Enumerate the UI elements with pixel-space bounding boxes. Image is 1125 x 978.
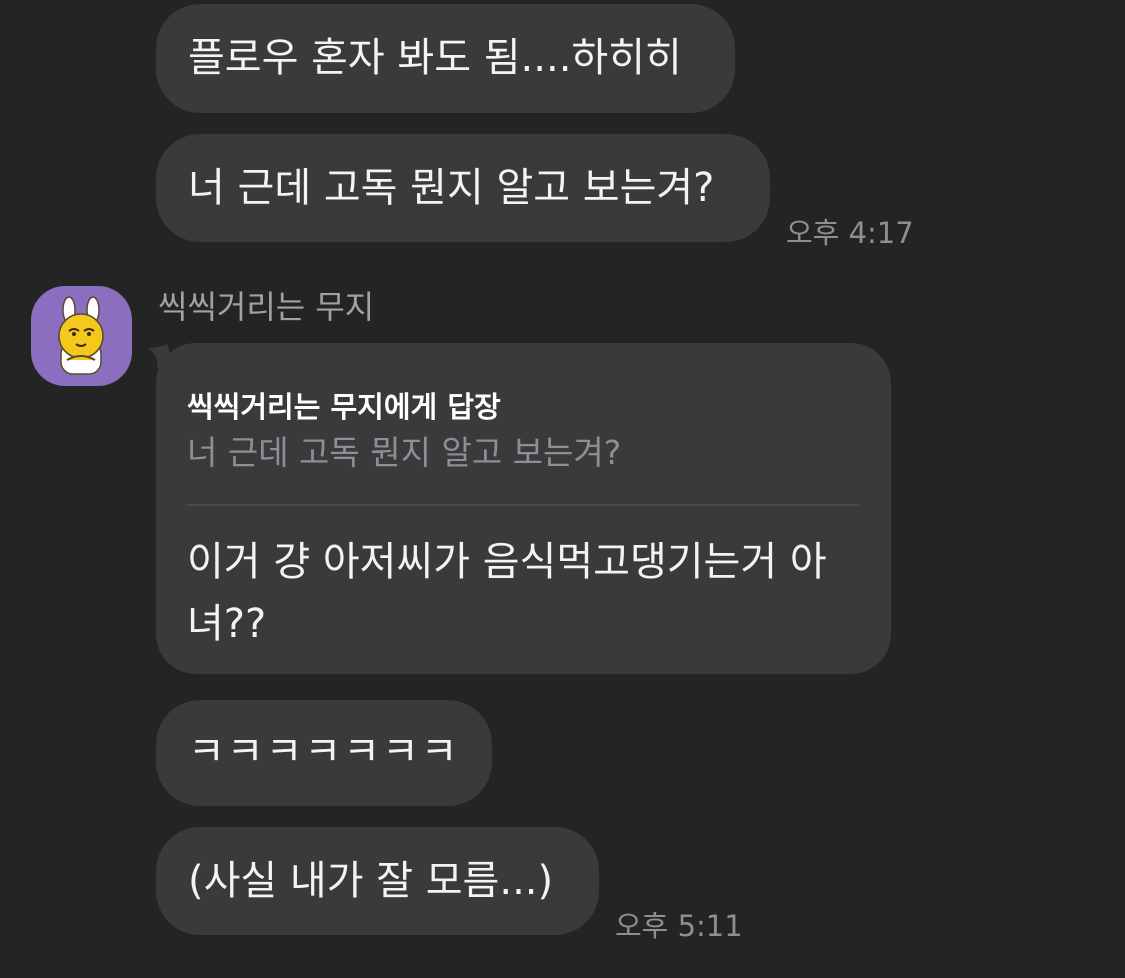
reply-quoted-text[interactable]: 너 근데 고독 뭔지 알고 보는겨?: [187, 425, 621, 481]
message-bubble-1[interactable]: 플로우 혼자 봐도 됨....하히히: [156, 4, 735, 113]
message-text: 너 근데 고독 뭔지 알고 보는겨?: [188, 165, 715, 211]
message-timestamp: 오후 4:17: [786, 216, 914, 250]
message-bubble-5[interactable]: (사실 내가 잘 모름...): [156, 827, 599, 935]
message-text: ㅋㅋㅋㅋㅋㅋㅋ: [188, 729, 460, 775]
reply-body-line: 이거 걍 아저씨가 음식먹고댕기는거 아: [187, 539, 827, 585]
character-avatar-icon: [58, 296, 104, 375]
reply-body-line: 녀??: [187, 601, 267, 647]
message-bubble-4[interactable]: ㅋㅋㅋㅋㅋㅋㅋ: [156, 700, 492, 806]
avatar[interactable]: [31, 286, 132, 386]
message-text: 플로우 혼자 봐도 됨....하히히: [188, 35, 682, 81]
chat-canvas: 플로우 혼자 봐도 됨....하히히 너 근데 고독 뭔지 알고 보는겨? 오후…: [0, 0, 1125, 978]
reply-body-text: 이거 걍 아저씨가 음식먹고댕기는거 아 녀??: [187, 531, 867, 655]
reply-divider: [187, 504, 859, 506]
message-text: (사실 내가 잘 모름...): [188, 858, 554, 904]
reply-message-bubble[interactable]: 씩씩거리는 무지에게 답장 너 근데 고독 뭔지 알고 보는겨? 이거 걍 아저…: [156, 343, 891, 674]
message-timestamp: 오후 5:11: [615, 909, 743, 943]
message-bubble-2[interactable]: 너 근데 고독 뭔지 알고 보는겨?: [156, 134, 770, 242]
sender-name: 씩씩거리는 무지: [158, 288, 375, 326]
